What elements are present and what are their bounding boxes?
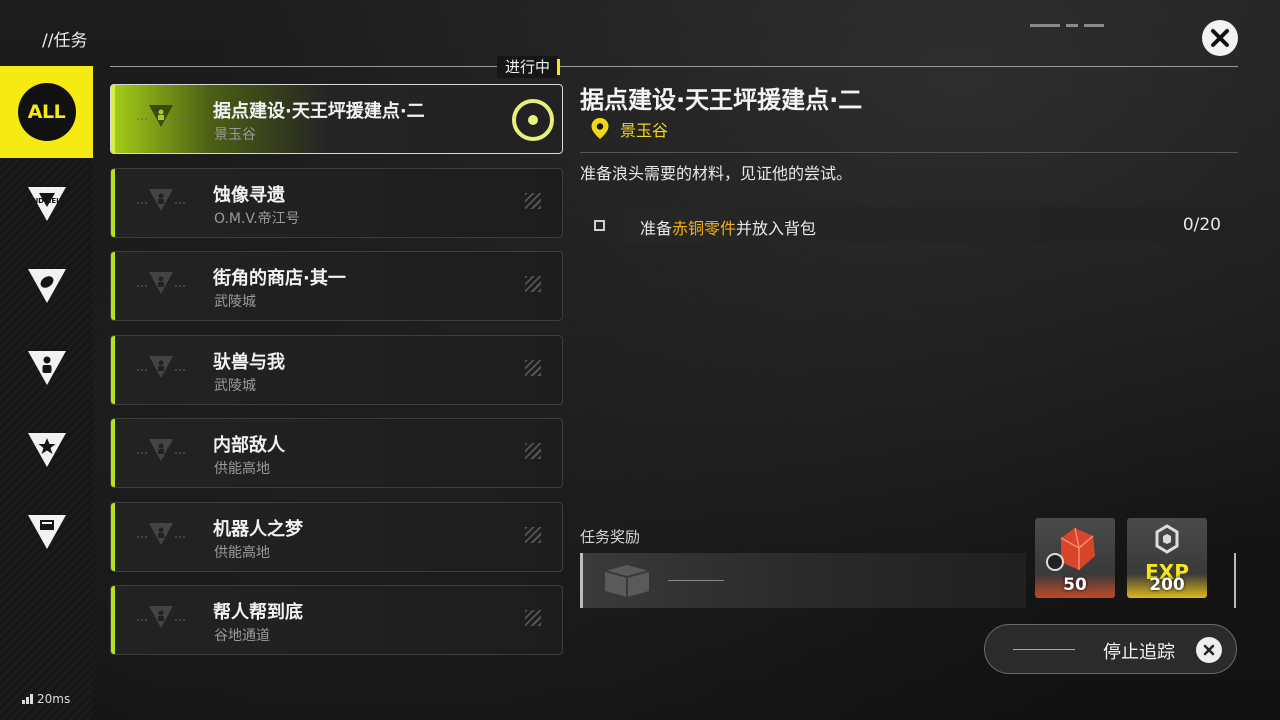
quest-detail-location: 景玉谷	[590, 117, 668, 141]
close-button[interactable]	[1202, 20, 1238, 56]
quest-detail-title: 据点建设·天王坪援建点·二	[580, 86, 863, 114]
quest-description: 准备浪头需要的材料，见证他的尝试。	[580, 164, 853, 183]
rewards-label: 任务奖励	[580, 528, 641, 546]
category-endfield[interactable]: ENDFIELD	[0, 158, 93, 250]
objective-text: 准备赤铜零件并放入背包	[640, 215, 816, 239]
stop-close-icon	[1196, 637, 1222, 663]
rewards-end-divider	[1234, 553, 1236, 608]
box-triangle-icon	[27, 515, 66, 549]
quest-card[interactable]: 内部敌人 供能高地	[110, 418, 563, 488]
quest-type-icon	[137, 189, 185, 211]
header-divider	[110, 66, 1238, 67]
quest-type-icon	[137, 356, 185, 378]
detail-divider	[580, 152, 1238, 153]
quest-location: 景玉谷	[214, 127, 256, 143]
quest-title: 驮兽与我	[213, 352, 285, 373]
ping-value: 20ms	[37, 692, 71, 706]
quest-type-icon	[137, 105, 185, 127]
box-watermark-icon	[604, 565, 650, 597]
header-decoration	[1030, 24, 1104, 27]
quest-card[interactable]: 街角的商店·其一武陵城	[110, 251, 563, 321]
quest-location: 供能高地	[214, 545, 270, 561]
quest-title: 蚀像寻遗	[213, 185, 285, 206]
exp-icon	[1155, 524, 1179, 554]
reward-qty: 50	[1063, 575, 1087, 595]
leaf-triangle-icon	[27, 269, 66, 303]
category-sidebar: ALL ENDFIELD	[0, 66, 93, 720]
endfield-label: ENDFIELD	[27, 197, 66, 205]
quest-title: 机器人之梦	[213, 519, 303, 540]
category-person[interactable]	[0, 322, 93, 414]
reward-item-exp[interactable]: EXP 200	[1127, 518, 1207, 598]
network-status: 20ms	[22, 692, 70, 706]
category-all[interactable]: ALL	[0, 66, 93, 158]
strip-arrow-line	[668, 580, 724, 581]
objective-progress: 0/20	[1182, 215, 1221, 235]
quest-type-icon	[137, 523, 185, 545]
quest-card[interactable]: 据点建设·天王坪援建点·二景玉谷	[110, 84, 563, 154]
quest-card[interactable]: 帮人帮到底 谷地通道	[110, 585, 563, 655]
objective-item: 赤铜零件	[672, 219, 737, 238]
quest-card[interactable]: 机器人之梦 供能高地	[110, 502, 563, 572]
stop-tracking-button[interactable]: 停止追踪	[984, 624, 1237, 674]
all-badge: ALL	[17, 83, 76, 141]
quest-type-icon	[137, 439, 185, 461]
quest-location: 供能高地	[214, 461, 270, 477]
quest-type-icon	[137, 272, 185, 294]
hatch-icon	[525, 193, 541, 209]
hatch-icon	[525, 443, 541, 459]
quest-title: 据点建设·天王坪援建点·二	[213, 101, 425, 122]
objective-checkbox-icon	[594, 220, 605, 231]
quest-title: 街角的商店·其一	[213, 268, 346, 289]
quest-card[interactable]: 蚀像寻遗 O.M.V.帝江号	[110, 168, 563, 238]
red-crystal-icon	[1046, 527, 1095, 571]
category-box[interactable]	[0, 486, 93, 578]
quest-location: O.M.V.帝江号	[214, 211, 300, 227]
hatch-icon	[525, 360, 541, 376]
person-triangle-icon	[27, 351, 66, 385]
tracking-target-icon[interactable]	[512, 99, 554, 141]
category-leaf[interactable]	[0, 240, 93, 332]
quest-type-icon	[137, 606, 185, 628]
page-title: //任务	[42, 31, 88, 51]
objective-suffix: 并放入背包	[736, 219, 817, 238]
location-label: 景玉谷	[620, 121, 669, 140]
in-progress-tab[interactable]: 进行中	[497, 56, 561, 78]
objective-prefix: 准备	[640, 219, 673, 238]
hatch-icon	[525, 527, 541, 543]
close-icon	[1211, 29, 1229, 47]
endfield-icon: ENDFIELD	[27, 187, 66, 221]
quest-location: 武陵城	[214, 378, 256, 394]
stop-tracking-label: 停止追踪	[1103, 642, 1175, 663]
rewards-strip	[580, 553, 1026, 608]
location-pin-icon	[591, 118, 609, 139]
reward-item-crystal[interactable]: 50	[1035, 518, 1115, 598]
hatch-icon	[525, 610, 541, 626]
reward-qty: 200	[1149, 575, 1185, 595]
objective-row: 准备赤铜零件并放入背包 0/20	[625, 207, 1233, 243]
signal-icon	[22, 694, 33, 704]
quest-card[interactable]: 驮兽与我 武陵城	[110, 335, 563, 405]
quest-location: 武陵城	[214, 294, 256, 310]
category-star[interactable]	[0, 404, 93, 496]
star-triangle-icon	[27, 433, 66, 467]
stop-button-line	[1013, 649, 1075, 650]
quest-location: 谷地通道	[214, 628, 270, 644]
hatch-icon	[525, 276, 541, 292]
quest-title: 帮人帮到底	[213, 602, 303, 623]
quest-title: 内部敌人	[213, 435, 285, 456]
